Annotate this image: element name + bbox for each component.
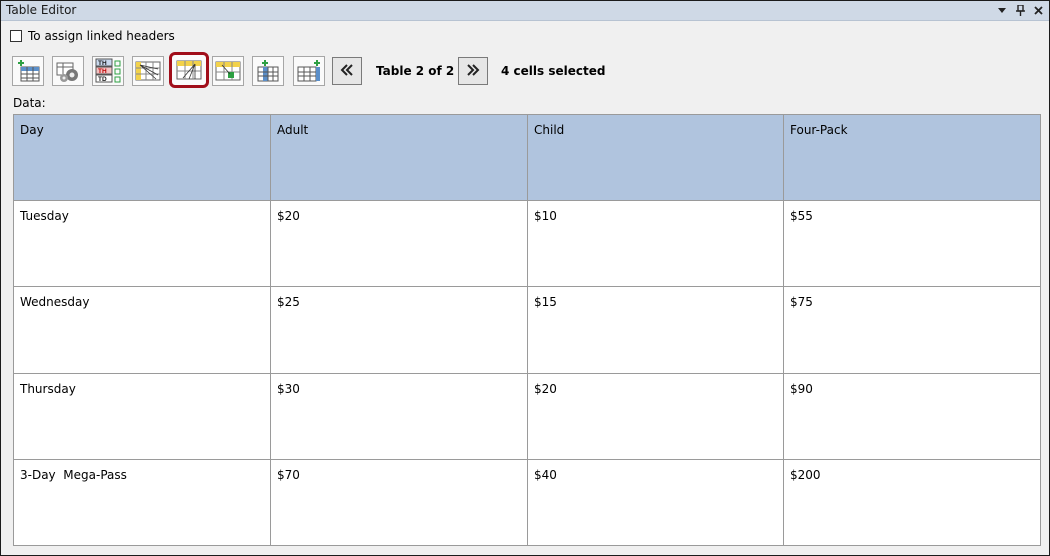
- header-cell[interactable]: Adult: [270, 113, 528, 202]
- selection-status: 4 cells selected: [501, 64, 606, 78]
- double-chevron-right-icon: [466, 63, 480, 79]
- header-cell[interactable]: Child: [527, 113, 784, 202]
- table-cell[interactable]: Thursday: [13, 372, 271, 460]
- assign-linked-headers-label: To assign linked headers: [28, 29, 175, 43]
- table-cell[interactable]: $40: [527, 458, 784, 547]
- title-bar: Table Editor: [1, 1, 1049, 21]
- table-cell[interactable]: 3-Day Mega-Pass: [13, 458, 271, 547]
- row-headers-icon: [175, 58, 203, 82]
- table-editor-window: Table Editor To assign linked headers TH…: [0, 0, 1050, 556]
- table-row: Wednesday $25 $15 $75: [13, 286, 1041, 374]
- double-chevron-left-icon: [340, 63, 354, 79]
- table-cell[interactable]: $70: [270, 458, 528, 547]
- column-headers-button[interactable]: [132, 56, 164, 86]
- table-cell[interactable]: Tuesday: [13, 200, 271, 288]
- table-cell[interactable]: $20: [270, 200, 528, 288]
- table-row: Tuesday $20 $10 $55: [13, 200, 1041, 288]
- table-cell[interactable]: $90: [783, 372, 1041, 460]
- svg-text:TD: TD: [98, 76, 107, 83]
- row-headers-button[interactable]: [169, 52, 209, 88]
- table-row: 3-Day Mega-Pass $70 $40 $200: [13, 458, 1041, 547]
- table-settings-icon: [55, 59, 81, 83]
- insert-column-icon: [255, 59, 281, 83]
- header-data-cells-icon: TH TH TD: [94, 58, 122, 84]
- assign-header-icon: [214, 59, 242, 83]
- table-row: Thursday $30 $20 $90: [13, 372, 1041, 460]
- assign-linked-headers-option[interactable]: To assign linked headers: [10, 28, 175, 44]
- assign-linked-headers-checkbox[interactable]: [10, 30, 22, 42]
- table-cell[interactable]: $25: [270, 286, 528, 374]
- table-cell[interactable]: $55: [783, 200, 1041, 288]
- next-table-button[interactable]: [458, 57, 488, 85]
- svg-text:TH: TH: [98, 60, 107, 67]
- table-cell[interactable]: $200: [783, 458, 1041, 547]
- header-cell[interactable]: Four-Pack: [783, 113, 1041, 202]
- table-position-label: Table 2 of 2: [376, 64, 455, 78]
- previous-table-button[interactable]: [332, 57, 362, 85]
- data-label: Data:: [13, 96, 46, 110]
- table-cell[interactable]: $15: [527, 286, 784, 374]
- table-cell[interactable]: $30: [270, 372, 528, 460]
- insert-table-icon: [15, 59, 41, 83]
- insert-row-button[interactable]: [293, 56, 325, 86]
- window-controls: [995, 2, 1045, 18]
- table-cell[interactable]: $75: [783, 286, 1041, 374]
- column-headers-icon: [134, 59, 162, 83]
- svg-text:TH: TH: [98, 68, 107, 75]
- insert-column-button[interactable]: [252, 56, 284, 86]
- insert-row-icon: [296, 59, 322, 83]
- table-cell[interactable]: Wednesday: [13, 286, 271, 374]
- table-settings-button[interactable]: [52, 56, 84, 86]
- assign-header-button[interactable]: [212, 56, 244, 86]
- window-title: Table Editor: [6, 3, 77, 17]
- pin-icon[interactable]: [1013, 2, 1027, 18]
- insert-table-button[interactable]: [12, 56, 44, 86]
- data-table: Day Adult Child Four-Pack Tuesday $20 $1…: [13, 113, 1041, 547]
- header-row: Day Adult Child Four-Pack: [13, 113, 1041, 202]
- table-cell[interactable]: $10: [527, 200, 784, 288]
- close-icon[interactable]: [1031, 2, 1045, 18]
- header-cell[interactable]: Day: [13, 113, 271, 202]
- table-cell[interactable]: $20: [527, 372, 784, 460]
- header-data-cells-button[interactable]: TH TH TD: [92, 56, 124, 86]
- dropdown-arrow-icon[interactable]: [995, 2, 1009, 18]
